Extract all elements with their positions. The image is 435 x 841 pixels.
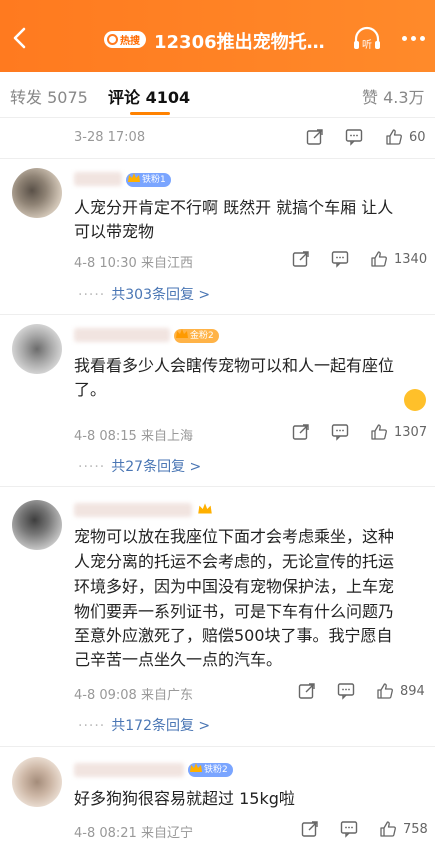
comment-text-line: 可以带宠物	[74, 222, 155, 241]
active-tab-indicator	[130, 112, 170, 115]
share-icon[interactable]	[301, 820, 319, 838]
avatar[interactable]	[12, 168, 62, 218]
fan-badge: 铁粉1	[126, 173, 171, 187]
comment-icon[interactable]	[331, 250, 349, 268]
view-replies-link[interactable]: ····· 共172条回复 >	[78, 715, 210, 735]
comment-icon[interactable]	[340, 820, 358, 838]
comment-time: 4-8 09:08 来自广东	[74, 688, 193, 703]
comment-time: 4-8 10:30 来自江西	[74, 256, 193, 271]
username-blurred[interactable]	[74, 503, 192, 517]
comment-text-line: 物们要弄一系列证书，可是下车有什么问题乃	[74, 602, 395, 621]
username-blurred[interactable]	[74, 763, 184, 777]
comment-text-line: 了。	[74, 380, 107, 399]
comment-text-line: 我看看多少人会瞎传宠物可以和人一起有座位	[74, 356, 395, 375]
emoji-icon	[404, 389, 426, 411]
avatar[interactable]	[12, 500, 62, 550]
view-replies-link[interactable]: ····· 共303条回复 >	[78, 284, 210, 304]
username-blurred[interactable]	[74, 328, 170, 342]
like-count: 894	[400, 683, 425, 699]
tab-bar: 转发 5075 评论 4104 赞 4.3万	[0, 72, 435, 118]
divider	[0, 314, 435, 315]
divider	[0, 746, 435, 747]
thumb-up-icon	[377, 683, 393, 699]
like-button[interactable]: 758	[379, 820, 428, 838]
divider	[0, 486, 435, 487]
more-icon[interactable]	[402, 36, 425, 41]
crown-icon	[190, 763, 202, 772]
thumb-up-icon	[371, 251, 387, 267]
crown-icon	[128, 173, 140, 182]
username-blurred[interactable]	[74, 172, 122, 186]
comment-text-line: 宠物可以放在我座位下面才会考虑乘坐，这种	[74, 527, 395, 546]
like-count: 1307	[394, 424, 428, 440]
comment-text-line: 人宠分离的托运不会考虑的，无论宣传的托运	[74, 552, 395, 571]
comment-text-line: 人宠分开肯定不行啊 既然开 就搞个车厢 让人	[74, 198, 394, 217]
comment-text-line: 己辛苦一点坐久一点的汽车。	[74, 650, 283, 669]
share-icon[interactable]	[292, 250, 310, 268]
share-icon[interactable]	[306, 128, 324, 146]
thumb-up-icon	[371, 424, 387, 440]
listen-icon[interactable]: 听	[352, 26, 382, 52]
comment-icon[interactable]	[337, 682, 355, 700]
comment-time: 3-28 17:08	[74, 130, 146, 145]
hot-label: 热搜	[120, 36, 140, 47]
thumb-up-icon	[386, 129, 402, 145]
like-button[interactable]: 1307	[370, 423, 427, 441]
comment-icon[interactable]	[331, 423, 349, 441]
like-button[interactable]: 1340	[370, 250, 427, 268]
crown-icon	[198, 503, 212, 514]
divider	[0, 158, 435, 159]
top-bar: 热搜 12306推出宠物托… 听	[0, 0, 435, 72]
comment-text-line: 好多狗狗很容易就超过 15kg啦	[74, 789, 295, 808]
fan-badge: 金粉2	[174, 329, 219, 343]
like-button[interactable]: 894	[376, 682, 425, 700]
comment-time: 4-8 08:21 来自辽宁	[74, 826, 193, 841]
thumb-up-icon	[380, 821, 396, 837]
comment-time: 4-8 08:15 来自上海	[74, 429, 193, 444]
like-count: 758	[403, 821, 428, 837]
page-title[interactable]: 12306推出宠物托…	[154, 28, 325, 54]
fan-badge: 铁粉2	[188, 763, 233, 777]
search-icon	[107, 34, 118, 45]
like-count: 60	[409, 129, 426, 145]
view-replies-link[interactable]: ····· 共27条回复 >	[78, 456, 201, 476]
comment-text-line: 至意外应激死了，赔偿500块了事。我宁愿自	[74, 626, 393, 645]
hot-search-pill[interactable]: 热搜	[104, 31, 146, 48]
comment-text-line: 环境多好，因为中国没有宠物保护法，上车宠	[74, 577, 395, 596]
comment-icon[interactable]	[345, 128, 363, 146]
avatar[interactable]	[12, 757, 62, 807]
share-icon[interactable]	[298, 682, 316, 700]
like-button[interactable]: 60	[385, 128, 426, 146]
tab-likes[interactable]: 赞 4.3万	[362, 84, 425, 108]
tab-comments[interactable]: 评论 4104	[108, 84, 190, 108]
crown-icon	[176, 329, 188, 338]
back-icon[interactable]	[8, 26, 32, 50]
share-icon[interactable]	[292, 423, 310, 441]
tab-repost[interactable]: 转发 5075	[10, 84, 88, 108]
like-count: 1340	[394, 251, 428, 267]
listen-label: 听	[362, 39, 372, 51]
avatar[interactable]	[12, 324, 62, 374]
